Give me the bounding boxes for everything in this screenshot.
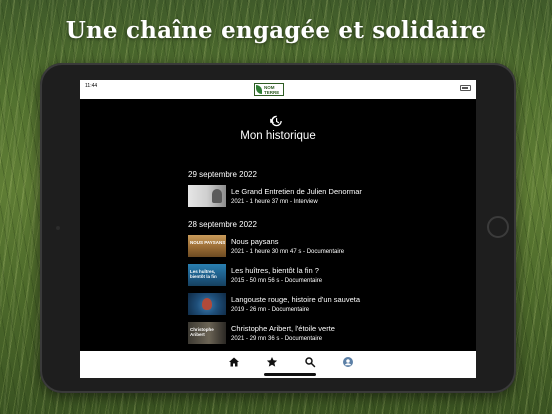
item-title: Nous paysans xyxy=(231,237,279,246)
home-icon[interactable] xyxy=(228,356,240,368)
history-date: 29 septembre 2022 xyxy=(188,170,257,179)
tablet-camera xyxy=(56,226,60,230)
app-logo[interactable]: NOM TERRE xyxy=(254,83,284,96)
video-thumbnail: NOUS PAYSANS xyxy=(188,235,226,257)
promo-headline: Une chaîne engagée et solidaire xyxy=(65,17,487,44)
history-item[interactable]: Christophe Aribert Christophe Aribert, l… xyxy=(188,322,458,344)
thumbnail-text: Christophe Aribert xyxy=(190,327,214,337)
tablet-home-button[interactable] xyxy=(487,216,509,238)
item-meta: 2021 - 29 mn 36 s - Documentaire xyxy=(231,336,323,342)
home-indicator xyxy=(264,373,316,376)
video-thumbnail xyxy=(188,185,226,207)
status-time: 11:44 xyxy=(85,83,98,89)
page-title: Mon historique xyxy=(240,130,316,142)
history-item[interactable]: Le Grand Entretien de Julien Denormar 20… xyxy=(188,185,458,207)
video-thumbnail: Christophe Aribert xyxy=(188,322,226,344)
item-meta: 2021 - 1 heure 37 mn - Interview xyxy=(231,199,318,205)
history-date: 28 septembre 2022 xyxy=(188,220,257,229)
battery-icon xyxy=(460,85,471,91)
tab-bar xyxy=(80,351,476,378)
item-title: Le Grand Entretien de Julien Denormar xyxy=(231,187,362,196)
history-item[interactable]: NOUS PAYSANS Nous paysans 2021 - 1 heure… xyxy=(188,235,458,257)
item-title: Christophe Aribert, l'étoile verte xyxy=(231,324,335,333)
item-title: Les huîtres, bientôt la fin ? xyxy=(231,266,319,275)
item-title: Langouste rouge, histoire d'un sauveta xyxy=(231,295,361,304)
history-item[interactable]: Langouste rouge, histoire d'un sauveta 2… xyxy=(188,293,458,315)
logo-text-terre: TERRE xyxy=(264,90,280,95)
video-thumbnail: Les huîtres, bientôt la fin xyxy=(188,264,226,286)
thumbnail-text: NOUS PAYSANS xyxy=(190,240,226,245)
history-icon xyxy=(269,114,283,128)
thumbnail-text: Les huîtres, bientôt la fin xyxy=(190,269,217,279)
app-screen: 11:44 NOM TERRE Mon historique 29 septem… xyxy=(80,80,476,378)
search-icon[interactable] xyxy=(304,356,316,368)
video-thumbnail xyxy=(188,293,226,315)
star-icon[interactable] xyxy=(266,356,278,368)
status-bar: 11:44 NOM TERRE xyxy=(80,80,476,99)
item-meta: 2019 - 26 mn - Documentaire xyxy=(231,307,310,313)
item-meta: 2021 - 1 heure 30 mn 47 s - Documentaire xyxy=(231,249,345,255)
leaf-icon xyxy=(256,85,262,94)
profile-icon[interactable] xyxy=(342,356,354,368)
item-meta: 2015 - 50 mn 56 s - Documentaire xyxy=(231,278,323,284)
history-item[interactable]: Les huîtres, bientôt la fin Les huîtres,… xyxy=(188,264,458,286)
